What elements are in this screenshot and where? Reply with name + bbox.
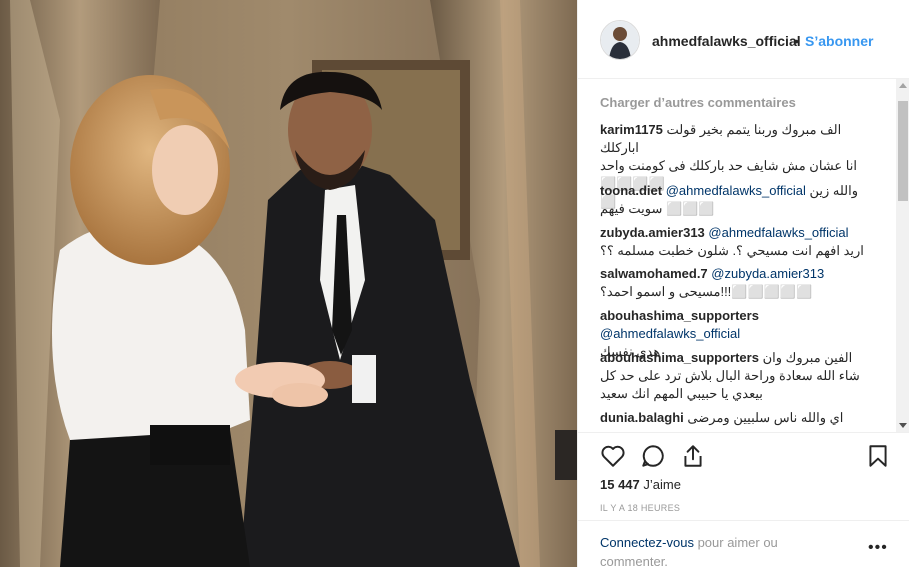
comment-username[interactable]: toona.diet <box>600 183 662 198</box>
scroll-down-arrow-icon[interactable] <box>899 423 907 428</box>
comments-list[interactable]: Charger d’autres commentaires karim1175 … <box>578 79 896 432</box>
comment-text: مسيحى و اسمو احمد؟!!!⬜⬜⬜⬜⬜ <box>600 284 813 299</box>
comment-mention[interactable]: @zubyda.amier313 <box>711 266 824 281</box>
bookmark-icon <box>869 445 887 467</box>
like-button[interactable] <box>600 443 626 469</box>
scroll-up-arrow-icon[interactable] <box>899 83 907 88</box>
comment-item: dunia.balaghi اي والله ناس سلبيين ومرضى … <box>600 409 868 432</box>
comment-username[interactable]: karim1175 <box>600 122 663 137</box>
likes-count[interactable]: 15 447 J’aime <box>600 477 681 492</box>
login-prompt: Connectez-vous pour aimer ou commenter. <box>600 533 840 571</box>
post-side-panel: ahmedfalawks_official • S’abonner Charge… <box>577 0 909 571</box>
comment-mention[interactable]: @ahmedfalawks_official <box>666 183 806 198</box>
comment-item: toona.diet @ahmedfalawks_official والله … <box>600 182 868 218</box>
comment-icon <box>642 445 664 467</box>
comment-username[interactable]: abouhashima_supporters <box>600 350 759 365</box>
likes-label: J’aime <box>643 477 681 492</box>
separator-dot: • <box>794 33 799 49</box>
comment-item: zubyda.amier313 @ahmedfalawks_official ا… <box>600 224 868 260</box>
share-icon <box>684 445 702 467</box>
more-options-icon[interactable]: ••• <box>868 539 888 557</box>
post-actions-bar <box>578 432 909 481</box>
comment-item: abouhashima_supporters الفين مبروك وان ش… <box>600 349 868 403</box>
post-photo-image <box>0 0 577 567</box>
comment-username[interactable]: salwamohamed.7 <box>600 266 708 281</box>
comment-username[interactable]: abouhashima_supporters <box>600 308 759 323</box>
post-author-username[interactable]: ahmedfalawks_official <box>652 33 801 49</box>
scrollbar-thumb[interactable] <box>898 101 908 201</box>
avatar-image <box>601 21 639 59</box>
avatar[interactable] <box>600 20 640 60</box>
post-photo[interactable] <box>0 0 577 567</box>
load-more-comments-button[interactable]: Charger d’autres commentaires <box>600 95 796 110</box>
post-header: ahmedfalawks_official • S’abonner <box>578 0 909 79</box>
comment-username[interactable]: zubyda.amier313 <box>600 225 705 240</box>
comment-mention[interactable]: @ahmedfalawks_official <box>708 225 848 240</box>
save-button[interactable] <box>865 443 891 469</box>
comments-scrollbar[interactable] <box>896 79 909 432</box>
share-button[interactable] <box>680 443 706 469</box>
login-link[interactable]: Connectez-vous <box>600 535 694 550</box>
heart-icon <box>601 445 625 467</box>
comment-text: اريد افهم انت مسيحي ؟. شلون خطبت مسلمه ؟… <box>600 243 864 258</box>
comment-mention[interactable]: @ahmedfalawks_official <box>600 326 740 341</box>
comment-username[interactable]: dunia.balaghi <box>600 410 684 425</box>
login-prompt-bar: Connectez-vous pour aimer ou commenter. … <box>578 520 909 571</box>
likes-number: 15 447 <box>600 477 640 492</box>
comment-button[interactable] <box>640 443 666 469</box>
follow-button[interactable]: S’abonner <box>805 33 873 49</box>
comment-item: salwamohamed.7 @zubyda.amier313 مسيحى و … <box>600 265 868 301</box>
post-timestamp[interactable]: IL Y A 18 HEURES <box>600 503 680 513</box>
